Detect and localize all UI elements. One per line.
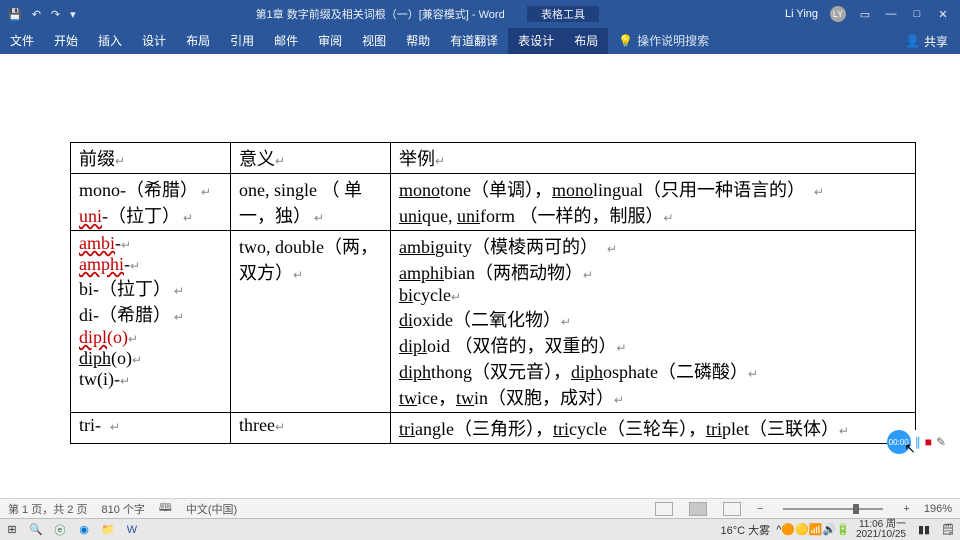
edge-icon[interactable]: ◉ [72,523,96,536]
share-icon: 👤 [905,34,920,48]
stop-icon[interactable]: ■ [925,435,932,449]
taskbar: ⊞ 🔍 ⓔ ◉ 📁 W 16°C 大雾 ^ 🟠 🟡 📶 🔊 🔋 11:06 周一… [0,518,960,540]
ribbon-options-icon[interactable]: ▭ [858,8,872,21]
zoom-out-icon[interactable]: − [757,503,763,515]
tab-table-design[interactable]: 表设计 [508,28,564,54]
clock[interactable]: 11:06 周一 2021/10/25 [850,520,912,540]
tray-icon[interactable]: 🟠 [781,523,795,536]
close-icon[interactable]: ✕ [936,8,950,21]
tab-design[interactable]: 设计 [132,28,176,54]
search-icon[interactable]: 🔍 [24,523,48,536]
web-layout-icon[interactable] [723,502,741,516]
tabletools-label: 表格工具 [527,6,599,22]
word-count[interactable]: 810 个字 [101,501,144,517]
zoom-slider[interactable] [783,508,883,510]
recording-widget[interactable]: 00:00 ∥ ■ ✎ [887,430,946,454]
tab-file[interactable]: 文件 [0,28,44,54]
tray-icon[interactable]: 🔋 [836,523,850,536]
lightbulb-icon: 💡 [618,28,633,54]
explorer-icon[interactable]: 📁 [96,523,120,536]
tellme-search[interactable]: 💡 操作说明搜索 [608,28,719,54]
tab-youdao[interactable]: 有道翻译 [440,28,508,54]
tab-help[interactable]: 帮助 [396,28,440,54]
undo-icon[interactable]: ↶ [32,8,41,21]
tab-layout[interactable]: 布局 [176,28,220,54]
document-title: 第1章 数字前缀及相关词根（一）[兼容模式] - Word [256,9,505,21]
tray-icon[interactable]: 🔊 [823,523,837,536]
language[interactable]: 中文(中国) [186,501,237,517]
share-button[interactable]: 👤 共享 [893,33,960,50]
tray-app-icon[interactable]: ▮▮ [912,523,936,536]
ribbon: 文件 开始 插入 设计 布局 引用 邮件 审阅 视图 帮助 有道翻译 表设计 布… [0,28,960,54]
avatar[interactable]: LY [830,6,846,22]
pen-icon[interactable]: ✎ [936,435,946,449]
weather-widget[interactable]: 16°C 大雾 [720,522,770,538]
statusbar: 第 1 页，共 2 页 810 个字 🕮 中文(中国) − + 196% [0,498,960,518]
start-icon[interactable]: ⊞ [0,523,24,536]
tab-insert[interactable]: 插入 [88,28,132,54]
zoom-level[interactable]: 196% [924,503,952,515]
tab-mailings[interactable]: 邮件 [264,28,308,54]
titlebar: 💾 ↶ ↷ ▾ 第1章 数字前缀及相关词根（一）[兼容模式] - Word 表格… [0,0,960,28]
print-layout-icon[interactable] [689,502,707,516]
tab-review[interactable]: 审阅 [308,28,352,54]
proofing-icon[interactable]: 🕮 [159,499,172,518]
tab-view[interactable]: 视图 [352,28,396,54]
prefix-table: 前缀↵ 意义↵ 举例↵ mono-（希腊） ↵ uni-（拉丁） ↵ one, … [70,142,916,444]
ie-icon[interactable]: ⓔ [48,522,72,538]
word-icon[interactable]: W [120,524,144,536]
qa-more-icon[interactable]: ▾ [70,8,76,21]
read-mode-icon[interactable] [655,502,673,516]
maximize-icon[interactable]: □ [910,8,924,20]
save-icon[interactable]: 💾 [8,8,22,21]
zoom-in-icon[interactable]: + [903,503,909,515]
tab-home[interactable]: 开始 [44,28,88,54]
tray-icon[interactable]: 📶 [809,523,823,536]
document-area[interactable]: 前缀↵ 意义↵ 举例↵ mono-（希腊） ↵ uni-（拉丁） ↵ one, … [0,54,960,498]
cursor-icon: ↖ [904,440,916,457]
tab-references[interactable]: 引用 [220,28,264,54]
tray-note-icon[interactable]: 🗒 [936,523,960,536]
username[interactable]: Li Ying [785,8,818,20]
page-indicator[interactable]: 第 1 页，共 2 页 [8,501,87,517]
redo-icon[interactable]: ↷ [51,8,60,21]
tab-table-layout[interactable]: 布局 [564,28,608,54]
tray-icon[interactable]: 🟡 [795,523,809,536]
minimize-icon[interactable]: — [884,8,898,20]
